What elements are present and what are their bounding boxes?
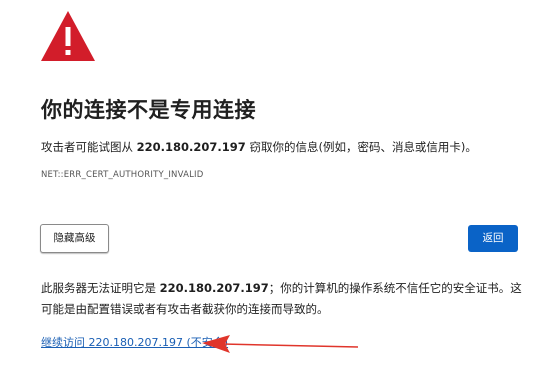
description-suffix: 窃取你的信息(例如，密码、消息或信用卡)。 [245, 140, 477, 154]
annotation-arrow-icon [202, 335, 359, 353]
error-code: NET::ERR_CERT_AUTHORITY_INVALID [41, 170, 204, 180]
hide-advanced-button[interactable]: 隐藏高级 [40, 224, 109, 253]
advanced-details-text: 此服务器无法证明它是 220.180.207.197；你的计算机的操作系统不信任… [41, 278, 531, 320]
description-prefix: 攻击者可能试图从 [41, 140, 137, 154]
details-host: 220.180.207.197 [159, 281, 269, 295]
ssl-error-page: 你的连接不是专用连接 攻击者可能试图从 220.180.207.197 窃取你的… [0, 0, 554, 373]
details-prefix: 此服务器无法证明它是 [41, 281, 160, 295]
description-host: 220.180.207.197 [136, 140, 246, 154]
page-title: 你的连接不是专用连接 [41, 98, 256, 122]
description-text: 攻击者可能试图从 220.180.207.197 窃取你的信息(例如，密码、消息… [41, 139, 477, 155]
back-button[interactable]: 返回 [468, 225, 518, 252]
warning-triangle-icon [41, 11, 95, 61]
